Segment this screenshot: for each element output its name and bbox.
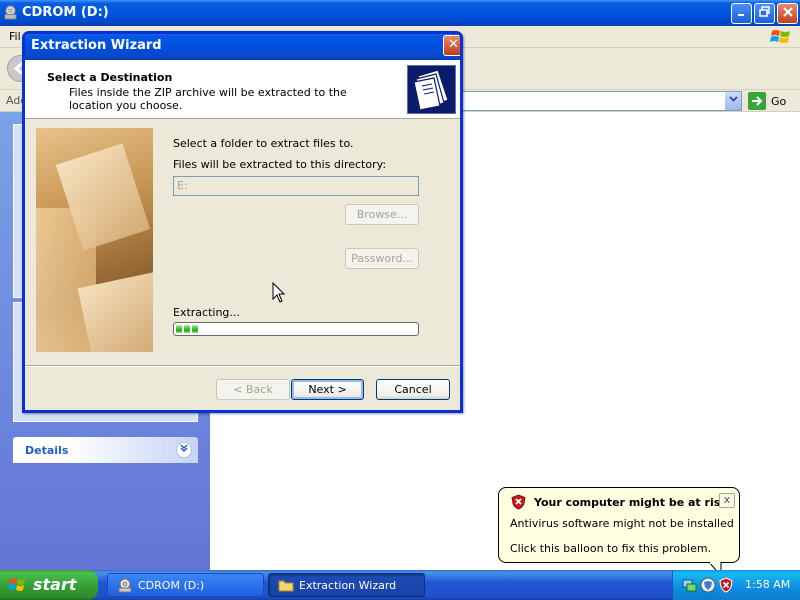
next-button[interactable]: Next > (291, 379, 364, 400)
extracting-label: Extracting... (173, 306, 240, 319)
start-label: start (33, 575, 77, 594)
zip-folders-icon (407, 65, 456, 114)
go-label: Go (771, 95, 787, 108)
taskbar: start CDROM (D:) Extraction Wizard 1:58 … (0, 570, 800, 600)
windows-logo-icon (770, 30, 790, 43)
security-alert-icon[interactable] (718, 577, 734, 593)
progress-fill (176, 325, 416, 333)
close-icon: x (723, 493, 731, 506)
explorer-close-button[interactable] (777, 3, 798, 24)
minimize-button[interactable] (731, 3, 752, 24)
windows-flag-icon (9, 578, 25, 591)
chevron-down-icon (728, 96, 738, 102)
taskbar-item-cdrom[interactable]: CDROM (D:) (107, 573, 264, 597)
cancel-button[interactable]: Cancel (376, 379, 450, 400)
wizard-prompt: Select a folder to extract files to. (173, 137, 354, 150)
wizard-description: Files inside the ZIP archive will be ext… (69, 86, 347, 112)
back-button[interactable]: < Back (216, 379, 290, 400)
extraction-wizard-dialog: Extraction Wizard ✕ Select a Destination… (22, 31, 463, 413)
cdrom-icon (4, 5, 17, 20)
explorer-title-bar[interactable]: CDROM (D:) (0, 0, 800, 26)
wizard-heading: Select a Destination (47, 71, 173, 84)
security-alert-balloon[interactable]: Your computer might be at risk x Antivir… (498, 487, 740, 563)
restore-icon (759, 6, 770, 17)
taskbar-item-extraction-wizard[interactable]: Extraction Wizard (268, 573, 425, 597)
address-dropdown-button[interactable] (725, 92, 741, 110)
directory-label: Files will be extracted to this director… (173, 158, 387, 171)
browse-button[interactable]: Browse... (345, 204, 419, 225)
wizard-separator (25, 365, 460, 367)
explorer-title: CDROM (D:) (22, 5, 109, 20)
go-arrow-icon (748, 92, 766, 110)
mouse-cursor-icon (272, 282, 286, 303)
taskbar-item-label: CDROM (D:) (138, 579, 205, 592)
close-icon: ✕ (448, 37, 459, 52)
clock: 1:58 AM (745, 578, 791, 591)
folder-icon (278, 580, 294, 592)
taskbar-item-label: Extraction Wizard (299, 579, 397, 592)
security-center-icon[interactable] (700, 577, 716, 593)
restore-button[interactable] (754, 3, 775, 24)
balloon-title: Your computer might be at risk (534, 496, 728, 509)
balloon-message: Antivirus software might not be installe… (510, 517, 734, 530)
password-button[interactable]: Password... (345, 248, 419, 269)
progress-segment (184, 325, 190, 333)
close-icon (782, 7, 793, 17)
shield-alert-icon (511, 494, 526, 510)
progress-segment (192, 325, 198, 333)
wizard-title: Extraction Wizard (31, 38, 162, 53)
wizard-title-bar[interactable]: Extraction Wizard ✕ (25, 34, 460, 60)
minimize-icon (737, 14, 744, 16)
wizard-close-button[interactable]: ✕ (443, 35, 460, 56)
address-input[interactable] (420, 91, 742, 111)
cdrom-icon (118, 578, 132, 593)
wizard-header: Select a Destination Files inside the ZI… (25, 60, 460, 119)
go-button[interactable]: Go (748, 92, 798, 110)
network-icon[interactable] (681, 577, 697, 593)
menu-file[interactable]: Fil (9, 30, 21, 43)
balloon-action-text: Click this balloon to fix this problem. (510, 542, 712, 555)
chevron-down-icon[interactable] (176, 442, 192, 458)
directory-field[interactable]: E: (173, 176, 419, 196)
details-panel-header[interactable]: Details (13, 437, 198, 463)
details-label: Details (25, 444, 69, 457)
extraction-progress-bar (173, 322, 419, 336)
system-tray: 1:58 AM (672, 570, 800, 600)
wizard-side-image (36, 128, 153, 352)
balloon-close-button[interactable]: x (719, 493, 735, 508)
progress-segment (176, 325, 182, 333)
start-button[interactable]: start (0, 570, 98, 600)
